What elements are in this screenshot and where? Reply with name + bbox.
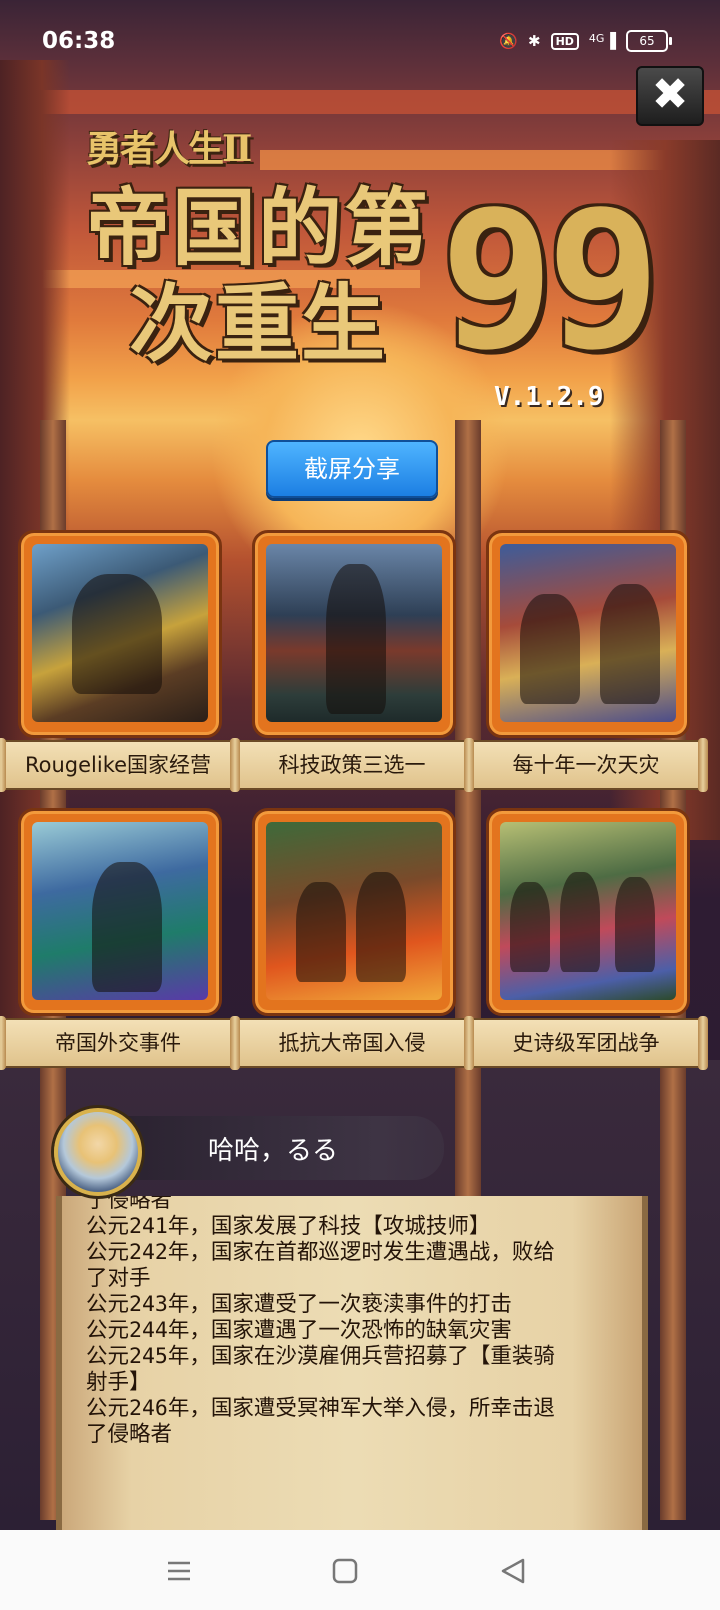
signal-icon: 4G▐ (588, 32, 616, 50)
card-frame (486, 808, 690, 1016)
game-title-line1: 帝国的第 (85, 178, 430, 277)
status-icons: 🔕 ✱ HD 4G▐ 65 (499, 30, 672, 52)
event-log-lines: 了侵略者 公元241年，国家发展了科技【攻城技师】 公元242年，国家在首都巡逻… (86, 1196, 616, 1448)
bluetooth-icon: ✱ (528, 32, 541, 50)
card-label: 每十年一次天灾 (464, 738, 708, 792)
card-frame (18, 808, 222, 1016)
game-title: 帝国的第 次重生 (58, 180, 458, 372)
statue-art (266, 544, 442, 722)
avatar[interactable] (54, 1108, 142, 1196)
menu-icon[interactable] (162, 1554, 196, 1588)
card-frame (486, 530, 690, 738)
log-line: 了侵略者 (86, 1196, 173, 1213)
card-frame (252, 530, 456, 738)
card-label: Rougelike国家经营 (0, 738, 240, 792)
game-subtitle: 勇者人生Ⅱ (86, 128, 252, 170)
village-art (32, 544, 208, 722)
status-bar: 06:38 🔕 ✱ HD 4G▐ 65 (0, 0, 720, 84)
speech-text: 哈哈，るる (208, 1136, 339, 1166)
mute-icon: 🔕 (499, 32, 518, 50)
status-time: 06:38 (42, 28, 116, 54)
screenshot-share-button[interactable]: 截屏分享 (266, 440, 438, 498)
log-line: 公元242年，国家在首都巡逻时发生遭遇战，败给 (86, 1240, 555, 1265)
card-label: 史诗级军团战争 (464, 1016, 708, 1070)
log-line: 公元246年，国家遭受冥神军大举入侵，所幸击退 (86, 1396, 555, 1421)
shield-knight-art (32, 822, 208, 1000)
hd-icon: HD (550, 32, 579, 50)
card-label: 帝国外交事件 (0, 1016, 240, 1070)
log-line: 了对手 (86, 1266, 151, 1291)
game-title-number: 99 (440, 170, 661, 391)
back-icon[interactable] (496, 1554, 530, 1588)
card-label: 科技政策三选一 (230, 738, 474, 792)
event-log[interactable]: 了侵略者 公元241年，国家发展了科技【攻城技师】 公元242年，国家在首都巡逻… (56, 1196, 648, 1530)
card-label: 抵抗大帝国入侵 (230, 1016, 474, 1070)
burning-battle-art (266, 822, 442, 1000)
log-line: 公元245年，国家在沙漠雇佣兵营招募了【重装骑 (86, 1344, 555, 1369)
close-icon: ✖ (651, 69, 689, 120)
home-icon[interactable] (328, 1554, 362, 1588)
version-label: V.1.2.9 (494, 382, 604, 412)
army-march-art (500, 822, 676, 1000)
battery-icon: 65 (626, 30, 672, 52)
log-line: 了侵略者 (86, 1422, 173, 1447)
card-frame (252, 808, 456, 1016)
network-type: 4G (588, 32, 605, 45)
log-line: 公元243年，国家遭受了一次亵渎事件的打击 (86, 1292, 512, 1317)
character-speech: 哈哈，るる (54, 1108, 444, 1196)
knights-battle-art (500, 544, 676, 722)
log-line: 公元244年，国家遭遇了一次恐怖的缺氧灾害 (86, 1318, 512, 1343)
game-title-line2: 次重生 (128, 274, 387, 373)
log-line: 射手】 (86, 1370, 151, 1395)
log-line: 公元241年，国家发展了科技【攻城技师】 (86, 1214, 491, 1239)
cloud-band (0, 90, 720, 114)
system-nav-bar (0, 1530, 720, 1610)
close-button[interactable]: ✖ (636, 66, 704, 126)
card-frame (18, 530, 222, 738)
